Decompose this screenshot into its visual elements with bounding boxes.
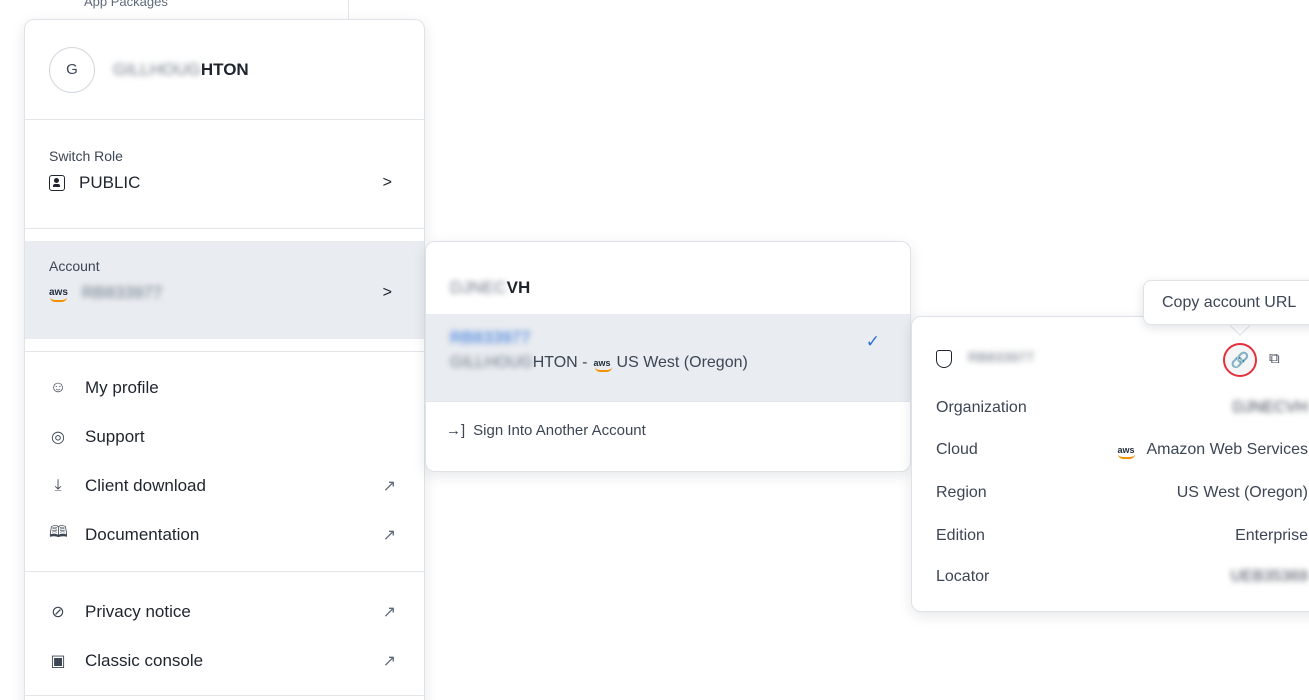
account-label: Account	[49, 258, 100, 274]
sign-in-label: Sign Into Another Account	[473, 422, 646, 439]
console-icon: ▣	[50, 652, 66, 670]
external-link-icon: ↗	[382, 526, 396, 544]
menu-item-client-download[interactable]: ⤓ Client download ↗	[25, 461, 424, 510]
role-value: PUBLIC	[79, 173, 141, 192]
sign-into-another-account-button[interactable]: →] Sign Into Another Account	[426, 401, 910, 471]
shield-icon	[936, 350, 952, 368]
user-menu: G GILLHOUG HTON Switch Role PUBLIC > Acc…	[24, 19, 425, 700]
detail-value: US West (Oregon)	[1176, 484, 1308, 501]
org-name-redacted: DJNEC	[450, 278, 507, 297]
detail-value: Enterprise	[1235, 527, 1308, 544]
menu-item-classic-console[interactable]: ▣ Classic console ↗	[25, 636, 424, 685]
aws-logo-icon: aws	[49, 287, 68, 302]
account-user-redacted: GILLHOUG	[450, 354, 533, 371]
detail-key: Locator	[936, 568, 990, 585]
download-icon: ⤓	[54, 476, 62, 494]
org-name-visible: VH	[506, 278, 531, 297]
menu-item-support[interactable]: ◎ Support	[25, 412, 424, 461]
account-id-redacted: RB833977	[968, 349, 1035, 365]
copy-url-tooltip: Copy account URL	[1143, 280, 1309, 325]
switch-role-section[interactable]: Switch Role PUBLIC >	[25, 120, 424, 229]
menu-item-my-profile[interactable]: ☺ My profile	[25, 363, 424, 412]
book-icon: 🕮	[49, 524, 68, 541]
chevron-right-icon: >	[382, 174, 392, 191]
menu-item-label: Privacy notice	[85, 601, 191, 621]
menu-item-documentation[interactable]: 🕮 Documentation ↗	[25, 510, 424, 559]
role-badge-icon	[49, 175, 65, 191]
username: GILLHOUG HTON	[113, 60, 249, 80]
username-visible: HTON	[200, 59, 249, 79]
external-link-icon: ↗	[382, 603, 396, 621]
account-section[interactable]: Account aws RB833977 >	[25, 241, 424, 339]
detail-key: Organization	[936, 399, 1027, 416]
detail-value-redacted: UEB35369	[1230, 568, 1308, 585]
aws-logo-icon: aws	[1117, 445, 1136, 459]
menu-items-group-2: ⊘ Privacy notice ↗ ▣ Classic console ↗	[25, 571, 424, 685]
copy-icon[interactable]: ⧉	[1269, 350, 1280, 367]
checkmark-icon: ✓	[865, 332, 880, 351]
account-user-visible: HTON -	[532, 354, 588, 371]
account-submenu: DJNECVH RB833977 GILLHOUG HTON - aws US …	[425, 241, 911, 472]
account-id-redacted: RB833977	[450, 328, 531, 347]
copy-account-url-button[interactable]: 🔗	[1223, 343, 1257, 377]
sign-in-icon: →]	[446, 422, 466, 439]
menu-items-group: ☺ My profile ◎ Support ⤓ Client download…	[25, 352, 424, 559]
account-option-detail: GILLHOUG HTON - aws US West (Oregon)	[450, 354, 886, 372]
detail-key: Region	[936, 484, 987, 501]
menu-item-label: My profile	[85, 377, 159, 397]
external-link-icon: ↗	[382, 477, 396, 495]
external-link-icon: ↗	[382, 652, 396, 670]
username-redacted: GILLHOUG	[113, 59, 201, 79]
detail-value: aws Amazon Web Services	[1117, 441, 1308, 459]
sidebar-item-app-packages[interactable]: App Packages	[84, 0, 168, 9]
cloud-value: Amazon Web Services	[1146, 441, 1308, 458]
account-option-selected[interactable]: RB833977 GILLHOUG HTON - aws US West (Or…	[426, 314, 910, 401]
profile-icon: ☺	[49, 378, 67, 396]
privacy-icon: ⊘	[51, 603, 65, 621]
account-id-redacted: RB833977	[81, 283, 163, 302]
menu-item-label: Support	[85, 426, 145, 446]
organization-name: DJNECVH	[426, 242, 910, 314]
account-details-header: RB833977 🔗 ⧉	[912, 317, 1309, 397]
menu-item-label: Documentation	[85, 524, 200, 544]
detail-value-redacted: DJNECVH	[1232, 399, 1308, 416]
support-icon: ◎	[51, 428, 65, 446]
detail-key: Edition	[936, 527, 985, 544]
chevron-right-icon: >	[382, 284, 392, 301]
account-region: US West (Oregon)	[616, 354, 748, 371]
avatar: G	[49, 46, 95, 93]
divider	[25, 695, 424, 696]
detail-key: Cloud	[936, 441, 978, 458]
account-option-id: RB833977	[450, 328, 886, 348]
aws-logo-icon: aws	[593, 358, 612, 372]
menu-item-label: Classic console	[85, 650, 204, 670]
account-details-panel: RB833977 🔗 ⧉ Organization DJNECVH Cloud …	[911, 316, 1309, 612]
menu-item-privacy-notice[interactable]: ⊘ Privacy notice ↗	[25, 587, 424, 636]
switch-role-label: Switch Role	[49, 148, 123, 164]
menu-item-label: Client download	[85, 475, 206, 495]
user-header: G GILLHOUG HTON	[25, 20, 424, 120]
